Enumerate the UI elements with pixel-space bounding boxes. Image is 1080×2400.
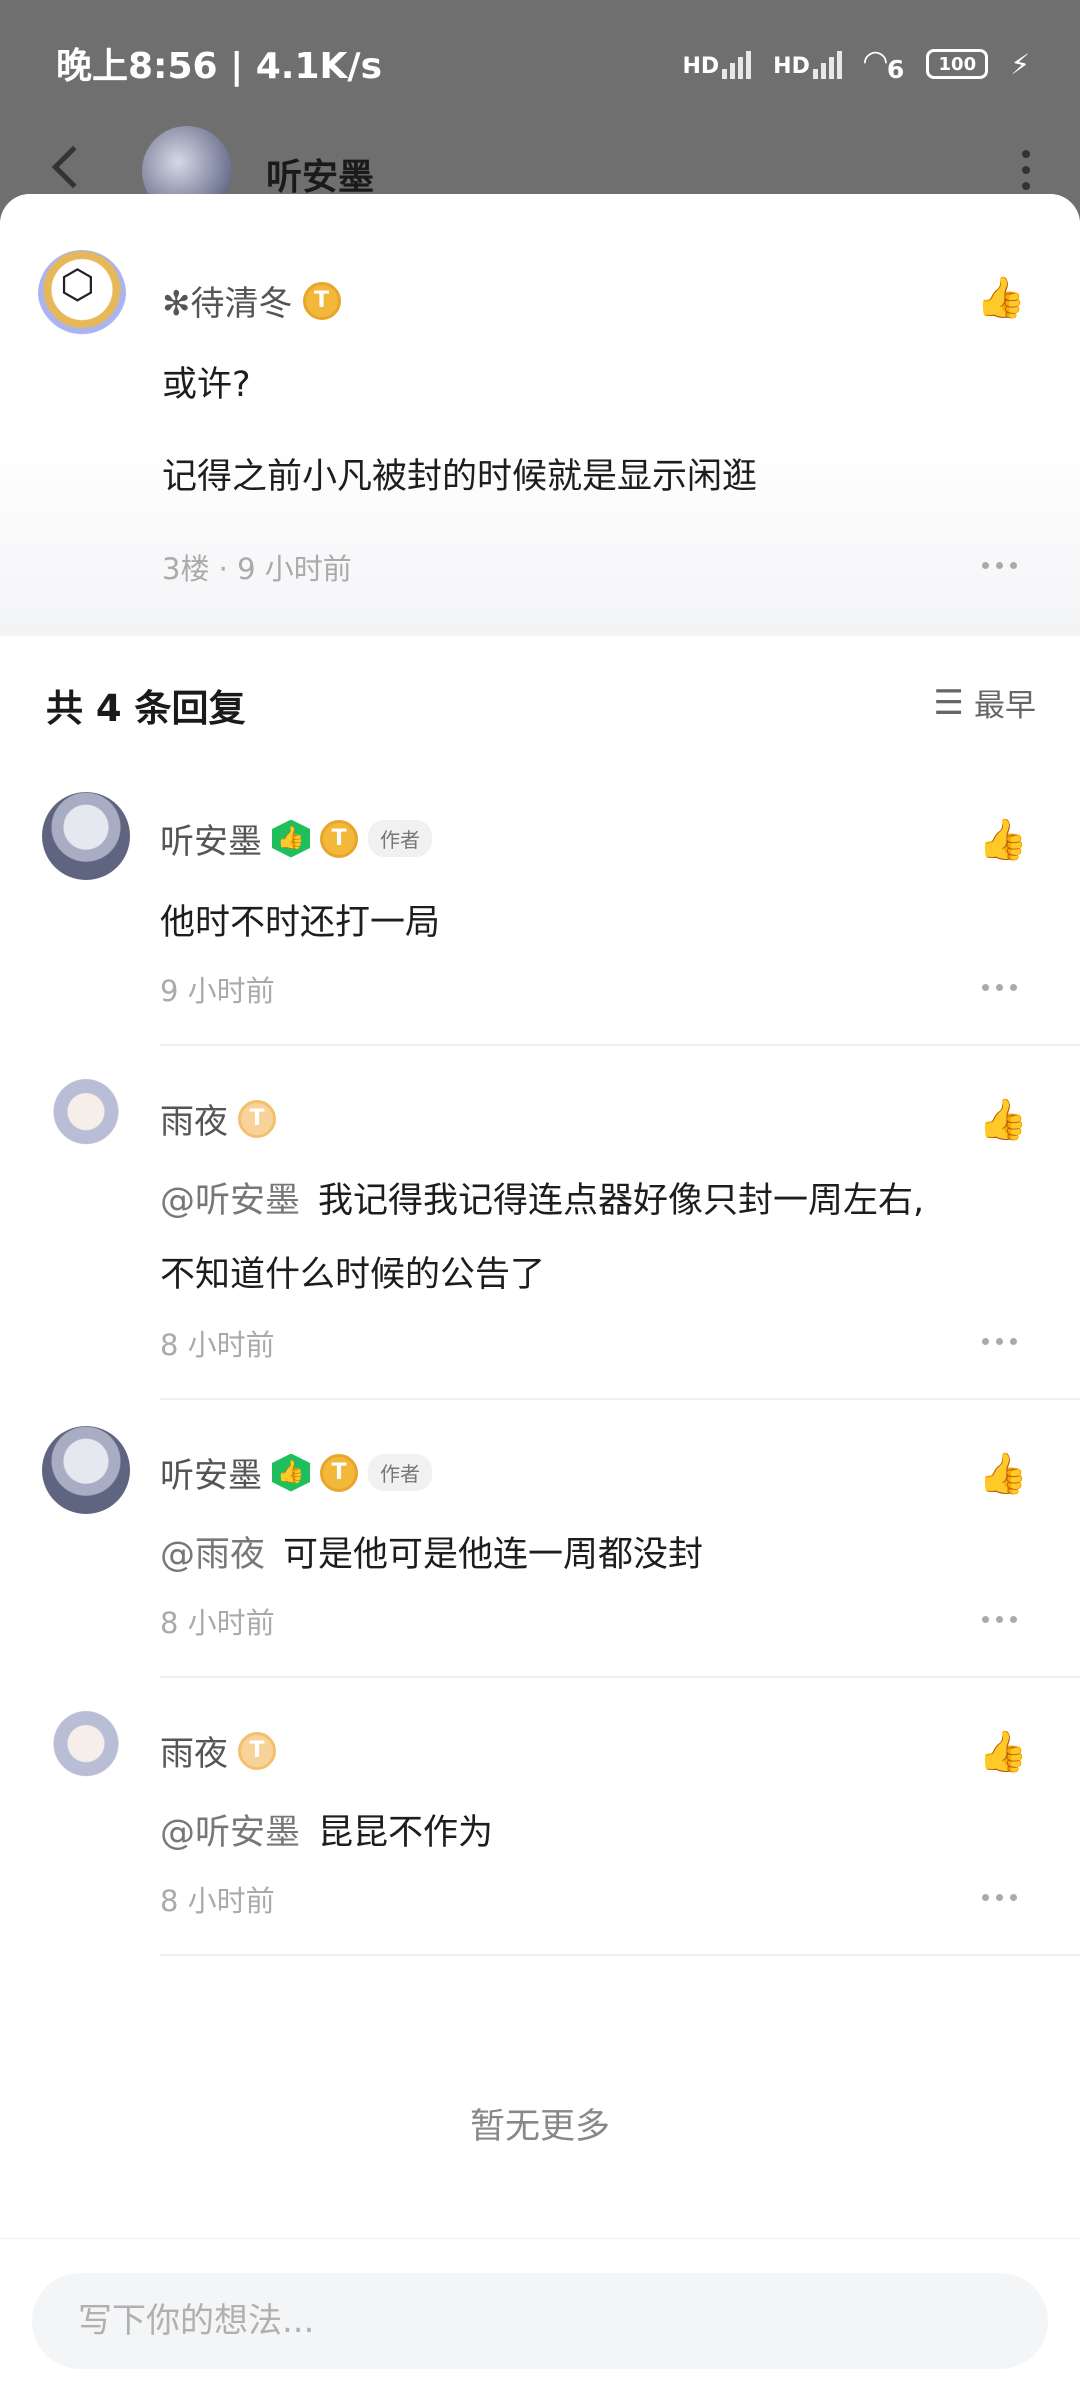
reply-time: 9 小时前 [160, 974, 275, 1008]
like-icon[interactable]: 👍 [976, 276, 1026, 320]
like-icon[interactable]: 👍 [978, 818, 1028, 862]
reply-text-line-2: 不知道什么时候的公告了 [160, 1255, 546, 1295]
reply-text: 他时不时还打一局 [160, 903, 441, 943]
replies-sheet: ✻待清冬 T 👍 或许? 记得之前小凡被封的时候就是显示闲逛 3楼 · 9 小时… [0, 194, 1080, 2400]
more-icon[interactable] [982, 1894, 1017, 1901]
more-icon[interactable] [982, 1338, 1017, 1345]
author-tag: 作者 [368, 820, 432, 857]
comment-composer-bar [0, 2238, 1080, 2400]
more-vertical-icon[interactable] [1022, 150, 1030, 190]
more-icon[interactable] [982, 984, 1017, 991]
reply-time: 8 小时前 [160, 1606, 275, 1640]
reply-username[interactable]: 雨夜 T [160, 1726, 276, 1775]
signal-icon: HD [682, 49, 752, 79]
comment-text-line-2: 记得之前小凡被封的时候就是显示闲逛 [162, 457, 758, 497]
avatar[interactable] [42, 1426, 130, 1514]
level-badge-icon: T [238, 1099, 276, 1138]
reply-time: 8 小时前 [160, 1884, 275, 1918]
mention-link[interactable]: @听安墨 [160, 1813, 300, 1853]
avatar[interactable] [42, 1072, 130, 1160]
sort-button[interactable]: ☰ 最早 [934, 680, 1036, 725]
author-tag: 作者 [368, 1454, 432, 1491]
mention-link[interactable]: @听安墨 [160, 1181, 300, 1221]
thumb-badge-icon: 👍 [272, 1453, 310, 1492]
sort-icon: ☰ [933, 682, 964, 723]
avatar[interactable] [42, 792, 130, 880]
mention-link[interactable]: @雨夜 [160, 1535, 265, 1575]
reply-username[interactable]: 雨夜 T [160, 1094, 276, 1143]
more-icon[interactable] [982, 562, 1017, 569]
level-badge-icon: T [238, 1731, 276, 1770]
divider [160, 1676, 1080, 1678]
wifi-icon: ◠6 [863, 44, 905, 84]
avatar[interactable] [42, 1704, 130, 1792]
comment-input[interactable] [32, 2273, 1048, 2369]
reply-time: 8 小时前 [160, 1328, 275, 1362]
like-icon[interactable]: 👍 [978, 1452, 1028, 1496]
reply-text: @雨夜 可是他可是他连一周都没封 [160, 1535, 704, 1575]
avatar[interactable] [38, 250, 126, 338]
comment-text-line-1: 或许? [162, 365, 251, 405]
thumb-badge-icon: 👍 [272, 819, 310, 858]
like-icon[interactable]: 👍 [978, 1730, 1028, 1774]
like-icon[interactable]: 👍 [978, 1098, 1028, 1142]
battery-icon: 100 [926, 49, 989, 79]
level-badge-icon: T [320, 1453, 358, 1492]
divider [160, 1044, 1080, 1046]
main-comment: ✻待清冬 T 👍 或许? 记得之前小凡被封的时候就是显示闲逛 3楼 · 9 小时… [0, 194, 1080, 636]
comment-floor-time: 3楼 · 9 小时前 [162, 552, 352, 586]
level-badge-icon: T [320, 819, 358, 858]
divider [160, 1954, 1080, 1956]
reply-text: @听安墨 我记得我记得连点器好像只封一周左右, [160, 1181, 925, 1221]
signal-icon-2: HD [773, 49, 842, 79]
more-icon[interactable] [982, 1616, 1017, 1623]
replies-count-title: 共 4 条回复 [46, 687, 246, 730]
status-time: 晚上8:56 | 4.1K/s [56, 46, 383, 87]
reply-text: @听安墨 昆昆不作为 [160, 1813, 494, 1853]
no-more-text: 暂无更多 [469, 2107, 610, 2147]
reply-username[interactable]: 听安墨 👍 T 作者 [160, 1448, 432, 1497]
charging-icon: ⚡ [1010, 47, 1030, 81]
comment-username[interactable]: ✻待清冬 T [162, 276, 341, 325]
divider [160, 1398, 1080, 1400]
reply-username[interactable]: 听安墨 👍 T 作者 [160, 814, 432, 863]
status-icons: HD HD ◠6 100 ⚡ [682, 44, 1030, 84]
background-title: 听安墨 [266, 157, 375, 198]
status-bar: 晚上8:56 | 4.1K/s HD HD ◠6 100 ⚡ [0, 0, 1080, 126]
level-badge-icon: T [302, 281, 341, 320]
back-icon[interactable] [51, 145, 95, 189]
